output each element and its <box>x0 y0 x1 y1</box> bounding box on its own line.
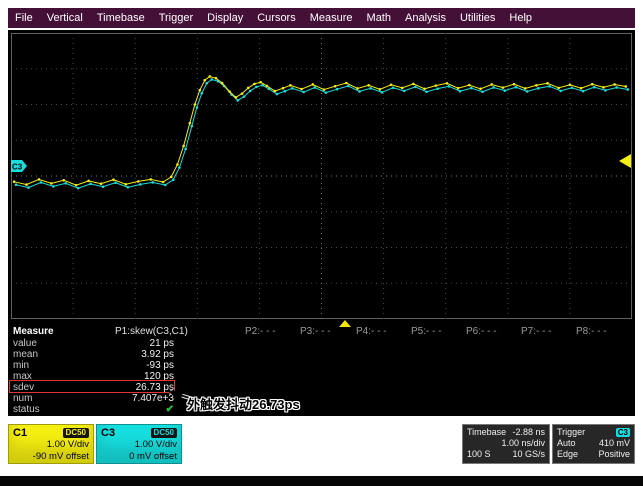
measure-title: Measure <box>13 326 54 337</box>
channel-c3-offset: 0 mV offset <box>101 451 177 463</box>
channel-c3-scale: 1.00 V/div <box>101 439 177 451</box>
row-label-min: min <box>13 360 29 371</box>
row-label-num: num <box>13 393 32 404</box>
measure-row-num: num 7.407e+3 <box>8 393 635 404</box>
measure-p2-header[interactable]: P2:- - - <box>245 326 276 337</box>
menu-item-display[interactable]: Display <box>200 12 250 24</box>
trigger-type: Edge <box>557 449 578 460</box>
timebase-descriptor[interactable]: Timebase -2.88 ns 1.00 ns/div 100 S 10 G… <box>462 424 550 464</box>
row-value-p1: 21 ps <box>96 338 174 349</box>
menu-item-file[interactable]: File <box>8 12 40 24</box>
menu-item-help[interactable]: Help <box>502 12 539 24</box>
menu-bar: File Vertical Timebase Trigger Display C… <box>8 8 635 28</box>
timebase-position: -2.88 ns <box>512 427 545 438</box>
measure-p4-header[interactable]: P4:- - - <box>356 326 387 337</box>
sdev-highlight-box <box>9 380 175 393</box>
row-label-value: value <box>13 338 37 349</box>
timebase-samples: 100 S <box>467 449 491 460</box>
menu-item-analysis[interactable]: Analysis <box>398 12 453 24</box>
measure-p6-header[interactable]: P6:- - - <box>466 326 497 337</box>
row-label-status: status <box>13 404 40 415</box>
timebase-label: Timebase <box>467 427 506 438</box>
timebase-rate: 10 GS/s <box>512 449 545 460</box>
timebase-scale: 1.00 ns/div <box>501 438 545 449</box>
menu-item-utilities[interactable]: Utilities <box>453 12 502 24</box>
trigger-source-badge: C3 <box>616 428 630 437</box>
measure-table: Measure P1:skew(C3,C1) P2:- - - P3:- - -… <box>8 324 635 416</box>
trigger-level: 410 mV <box>599 438 630 449</box>
trigger-descriptor[interactable]: Trigger C3 Auto 410 mV Edge Positive <box>552 424 635 464</box>
taskbar-strip <box>0 476 643 486</box>
channel-c1-coupling-badge: DC50 <box>63 428 89 438</box>
menu-item-timebase[interactable]: Timebase <box>90 12 152 24</box>
waveform-c1 <box>14 77 626 186</box>
channel-c3-descriptor[interactable]: C3 DC50 1.00 V/div 0 mV offset <box>96 424 182 464</box>
channel-c1-offset: -90 mV offset <box>13 451 89 463</box>
row-min-p1: -93 ps <box>96 360 174 371</box>
trigger-level-marker[interactable] <box>619 154 631 168</box>
scope-display: C3 Measure P1:skew(C3,C1) P2:- - - P3:- … <box>8 30 635 416</box>
channel-c3-label: C3 <box>101 427 115 439</box>
menu-item-vertical[interactable]: Vertical <box>40 12 90 24</box>
measure-row-mean: mean 3.92 ps <box>8 349 635 360</box>
channel-c3-level-marker-label: C3 <box>12 163 23 172</box>
channel-c3-coupling-badge: DC50 <box>151 428 177 438</box>
measure-p3-header[interactable]: P3:- - - <box>300 326 331 337</box>
measure-row-value: value 21 ps <box>8 338 635 349</box>
menu-item-measure[interactable]: Measure <box>303 12 360 24</box>
menu-item-trigger[interactable]: Trigger <box>152 12 200 24</box>
annotation-text: 外触发抖动26.73ps <box>187 394 300 413</box>
trigger-slope: Positive <box>598 449 630 460</box>
measure-row-status: status ✔ <box>8 404 635 415</box>
channel-c1-descriptor[interactable]: C1 DC50 1.00 V/div -90 mV offset <box>8 424 94 464</box>
channel-c1-scale: 1.00 V/div <box>13 439 89 451</box>
row-label-mean: mean <box>13 349 38 360</box>
trigger-label: Trigger <box>557 427 585 438</box>
trigger-mode: Auto <box>557 438 576 449</box>
measure-row-min: min -93 ps <box>8 360 635 371</box>
measure-p1-header[interactable]: P1:skew(C3,C1) <box>115 326 188 337</box>
measure-header-row: Measure P1:skew(C3,C1) P2:- - - P3:- - -… <box>8 326 635 337</box>
graticule: C3 <box>11 33 632 319</box>
menu-item-cursors[interactable]: Cursors <box>250 12 303 24</box>
channel-c1-label: C1 <box>13 427 27 439</box>
measure-p7-header[interactable]: P7:- - - <box>521 326 552 337</box>
measure-p5-header[interactable]: P5:- - - <box>411 326 442 337</box>
menu-item-math[interactable]: Math <box>360 12 398 24</box>
measure-p8-header[interactable]: P8:- - - <box>576 326 607 337</box>
row-mean-p1: 3.92 ps <box>96 349 174 360</box>
